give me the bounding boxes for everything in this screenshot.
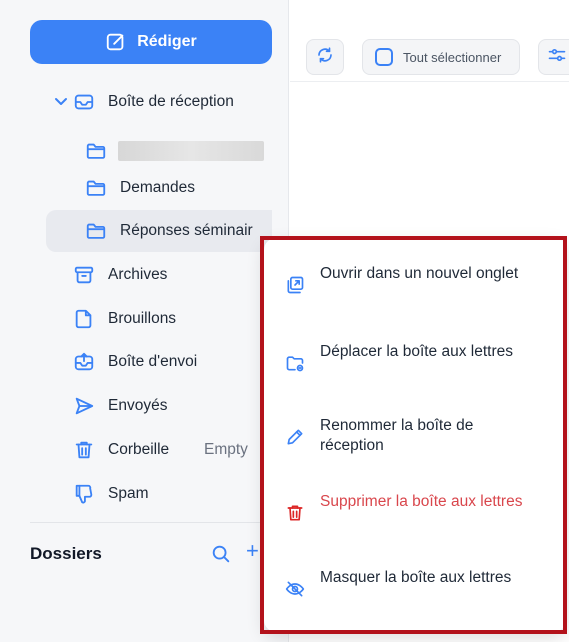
sidebar-item-label: Boîte de réception (108, 93, 234, 110)
send-icon (72, 394, 96, 418)
refresh-button[interactable] (306, 39, 344, 75)
sidebar-item-trash[interactable]: Corbeille Empty (0, 430, 289, 470)
sidebar-item-label: Envoyés (108, 397, 168, 414)
sidebar-subfolder-reponses[interactable]: Réponses séminair (46, 210, 272, 252)
filter-button[interactable] (538, 39, 569, 75)
select-all-label: Tout sélectionner (403, 49, 502, 65)
sidebar-item-archives[interactable]: Archives (0, 255, 289, 295)
compose-icon (105, 31, 127, 53)
redacted-folder-name (118, 141, 264, 161)
folders-heading: Dossiers (30, 544, 102, 563)
sidebar-item-label: Demandes (120, 179, 195, 196)
select-all-button[interactable]: Tout sélectionner (362, 39, 520, 75)
sidebar-item-label: Corbeille (108, 441, 170, 458)
sidebar: Rédiger Boîte de réception Demandes Répo… (0, 0, 289, 642)
sidebar-item-inbox[interactable]: Boîte de réception (0, 82, 289, 122)
sidebar-item-spam[interactable]: Spam (0, 474, 289, 514)
sidebar-divider (30, 522, 289, 523)
archive-icon (72, 263, 96, 287)
sliders-icon (547, 45, 567, 70)
sidebar-item-label: Archives (108, 266, 168, 283)
checkbox[interactable] (375, 48, 393, 66)
outbox-icon (72, 350, 96, 374)
compose-label: Rédiger (137, 33, 197, 50)
sidebar-item-label: Brouillons (108, 310, 177, 327)
compose-button[interactable]: Rédiger (30, 20, 272, 64)
sidebar-item-label: Boîte d'envoi (108, 353, 198, 370)
sidebar-item-drafts[interactable]: Brouillons (0, 299, 289, 339)
folder-icon (84, 219, 108, 243)
inbox-icon (72, 90, 96, 114)
sidebar-item-sent[interactable]: Envoyés (0, 386, 289, 426)
search-icon[interactable] (210, 543, 232, 570)
thumbs-down-icon (72, 482, 96, 506)
chevron-down-icon[interactable] (54, 95, 68, 109)
sidebar-item-label: Réponses séminair (120, 222, 253, 239)
folder-icon (84, 176, 108, 200)
sidebar-subfolder-redacted[interactable] (0, 131, 289, 171)
highlight-annotation (260, 236, 567, 634)
draft-icon (72, 307, 96, 331)
empty-trash-link[interactable]: Empty (204, 441, 248, 459)
trash-icon (72, 438, 96, 462)
refresh-icon (316, 46, 334, 69)
add-folder-button[interactable]: + (246, 540, 259, 562)
sidebar-subfolder-demandes[interactable]: Demandes (0, 168, 289, 208)
toolbar: Tout sélectionner (290, 22, 569, 82)
sidebar-item-label: Spam (108, 485, 149, 502)
folder-icon (84, 139, 108, 163)
sidebar-item-outbox[interactable]: Boîte d'envoi (0, 342, 289, 382)
mail-app: Rédiger Boîte de réception Demandes Répo… (0, 0, 569, 642)
